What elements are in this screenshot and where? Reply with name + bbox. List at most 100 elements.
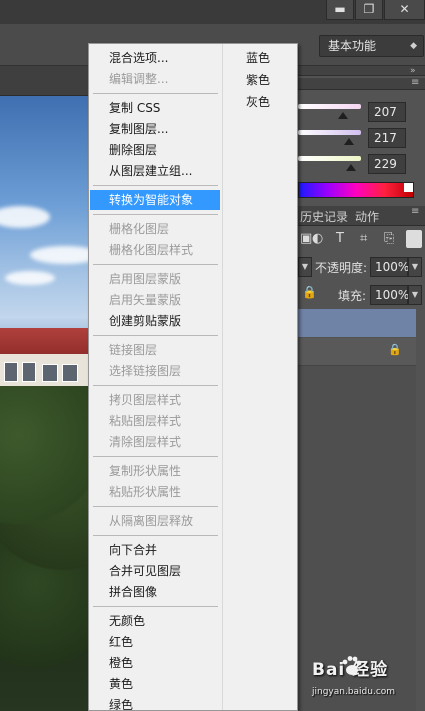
menu-item[interactable]: 红色 bbox=[109, 632, 133, 652]
pixel-filter-icon[interactable]: ▣ bbox=[300, 231, 312, 246]
green-value-field[interactable]: 217 bbox=[368, 128, 406, 148]
menu-item[interactable]: 黄色 bbox=[109, 674, 133, 694]
menu-separator bbox=[93, 535, 218, 536]
fill-field[interactable]: 100% bbox=[370, 285, 409, 305]
opacity-row: ▼ 不透明度: 100% ▼ bbox=[298, 254, 425, 280]
menu-item[interactable]: 无颜色 bbox=[109, 611, 145, 631]
red-slider-track[interactable] bbox=[298, 104, 361, 109]
color-spectrum-bar[interactable] bbox=[298, 182, 414, 198]
menu-item: 清除图层样式 bbox=[109, 435, 182, 449]
layer-context-menu: 混合选项... 编辑调整... 复制 CSS 复制图层... 删除图层 从图层建立组...… bbox=[88, 43, 298, 711]
menu-item[interactable]: 向下合并 bbox=[109, 540, 157, 560]
green-slider-thumb[interactable] bbox=[344, 138, 354, 145]
menu-separator bbox=[93, 185, 218, 186]
fill-row: 🔒 填充: 100% ▼ bbox=[298, 282, 425, 308]
minimize-button[interactable]: ▬ bbox=[326, 0, 354, 20]
cloud-shape bbox=[30, 246, 90, 264]
workspace-label: 基本功能 bbox=[328, 39, 377, 53]
building-window bbox=[42, 364, 58, 382]
menu-item[interactable]: 合并可见图层 bbox=[109, 561, 181, 581]
building-window bbox=[4, 362, 18, 382]
panel-tabs bbox=[298, 78, 425, 90]
layer-row-selected[interactable] bbox=[298, 309, 416, 337]
menu-item: 选择链接图层 bbox=[109, 364, 182, 378]
filter-toggle-icon[interactable] bbox=[406, 230, 422, 248]
lock-all-icon[interactable]: 🔒 bbox=[302, 285, 317, 299]
panel-header bbox=[298, 66, 425, 76]
menu-item: 栅格化图层样式 bbox=[109, 243, 194, 257]
menu-item: 拷贝图层样式 bbox=[109, 393, 182, 407]
menu-item[interactable]: 混合选项... bbox=[109, 48, 168, 68]
type-filter-icon[interactable]: T bbox=[336, 231, 344, 246]
menu-item: 启用矢量蒙版 bbox=[109, 293, 182, 307]
canvas-photo[interactable] bbox=[0, 96, 90, 711]
menu-separator bbox=[93, 606, 218, 607]
baidu-jingyan-watermark: Bai 经验 jingyan.baidu.com bbox=[312, 655, 424, 711]
menu-item: 从隔离图层释放 bbox=[109, 514, 194, 528]
menu-separator bbox=[93, 335, 218, 336]
building-window bbox=[22, 362, 36, 382]
menu-item: 编辑调整... bbox=[109, 72, 169, 86]
menu-item: 复制形状属性 bbox=[109, 464, 182, 478]
green-slider-track[interactable] bbox=[298, 130, 361, 135]
menu-item[interactable]: 复制 CSS bbox=[109, 98, 160, 118]
fill-dropdown-arrow[interactable]: ▼ bbox=[408, 285, 422, 305]
shape-filter-icon[interactable]: ⌗ bbox=[360, 231, 367, 246]
menu-item[interactable]: 橙色 bbox=[109, 653, 133, 673]
building-window bbox=[62, 364, 78, 382]
menu-item: 粘贴图层样式 bbox=[109, 414, 182, 428]
menu-item[interactable]: 删除图层 bbox=[109, 140, 157, 160]
opacity-label: 不透明度: bbox=[315, 261, 368, 275]
menu-item: 启用图层蒙版 bbox=[109, 272, 182, 286]
panel-menu-icon[interactable]: ≡ bbox=[411, 206, 419, 217]
baidu-paw-icon bbox=[342, 656, 362, 675]
cloud-shape bbox=[5, 271, 55, 285]
menu-separator bbox=[93, 385, 218, 386]
menu-item[interactable]: 复制图层... bbox=[109, 119, 168, 139]
workspace-select[interactable]: 基本功能 ◆ bbox=[319, 35, 424, 57]
chevron-updown-icon: ◆ bbox=[410, 41, 417, 51]
menu-color-item[interactable]: 蓝色 bbox=[246, 48, 270, 68]
tab-actions[interactable]: 动作 bbox=[355, 208, 379, 225]
fill-label: 填充: bbox=[338, 289, 367, 303]
layer-lock-icon: 🔒 bbox=[388, 343, 402, 356]
document-tab-strip bbox=[0, 66, 88, 96]
smart-object-filter-icon[interactable]: ⎘ bbox=[384, 231, 394, 246]
blend-mode-dropdown-arrow[interactable]: ▼ bbox=[298, 257, 312, 277]
menu-separator bbox=[93, 506, 218, 507]
menu-item[interactable]: 转换为智能对象 bbox=[90, 190, 220, 210]
trees-foliage bbox=[0, 386, 90, 711]
white-swatch[interactable] bbox=[404, 183, 413, 192]
menu-item[interactable]: 绿色 bbox=[109, 695, 133, 710]
menu-separator bbox=[93, 264, 218, 265]
panel-menu-icon[interactable]: ≡ bbox=[411, 77, 419, 88]
menu-item: 链接图层 bbox=[109, 343, 158, 357]
blue-value-field[interactable]: 229 bbox=[368, 154, 406, 174]
cloud-shape bbox=[0, 206, 50, 228]
opacity-field[interactable]: 100% bbox=[370, 257, 409, 277]
panel-collapse-icon[interactable]: » bbox=[410, 66, 416, 76]
watermark-url: jingyan.baidu.com bbox=[312, 687, 396, 697]
menu-item[interactable]: 从图层建立组... bbox=[109, 161, 192, 181]
menu-color-item[interactable]: 紫色 bbox=[246, 70, 270, 90]
menu-item[interactable]: 拼合图像 bbox=[109, 582, 157, 602]
menu-separator bbox=[93, 456, 218, 457]
layer-row-background[interactable]: 🔒 bbox=[298, 338, 416, 366]
menu-separator bbox=[93, 214, 218, 215]
menu-column-divider bbox=[222, 44, 223, 710]
blue-slider-thumb[interactable] bbox=[346, 164, 356, 171]
menu-item[interactable]: 创建剪贴蒙版 bbox=[109, 311, 181, 331]
opacity-dropdown-arrow[interactable]: ▼ bbox=[408, 257, 422, 277]
restore-button[interactable]: ❐ bbox=[355, 0, 383, 20]
menu-color-item[interactable]: 灰色 bbox=[246, 92, 270, 112]
red-slider-thumb[interactable] bbox=[338, 112, 348, 119]
close-button[interactable]: ✕ bbox=[384, 0, 425, 20]
red-value-field[interactable]: 207 bbox=[368, 102, 406, 122]
blue-slider-track[interactable] bbox=[298, 156, 361, 161]
menu-item: 栅格化图层 bbox=[109, 222, 170, 236]
adjustment-filter-icon[interactable]: ◐ bbox=[312, 231, 323, 246]
menu-separator bbox=[93, 93, 218, 94]
tab-history[interactable]: 历史记录 bbox=[300, 208, 348, 225]
menu-item: 粘贴形状属性 bbox=[109, 485, 182, 499]
history-actions-tabs: 历史记录 动作 ≡ bbox=[298, 206, 425, 226]
